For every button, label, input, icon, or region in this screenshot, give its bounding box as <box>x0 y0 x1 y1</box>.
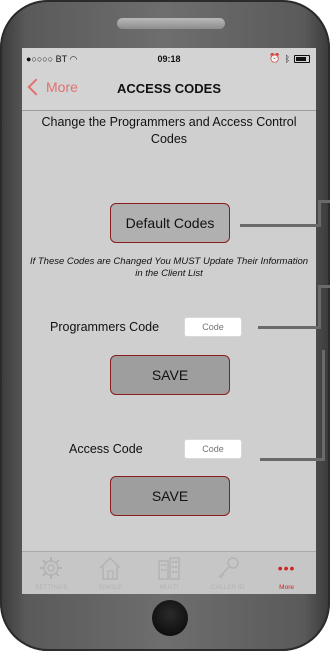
tab-settings-label: SETTINGS <box>35 584 68 591</box>
status-icons: ⏰ ᛒ <box>269 53 310 64</box>
tab-more-label: More <box>279 584 294 591</box>
tab-multi[interactable]: MULTI <box>140 552 199 594</box>
status-bar: ●○○○○ BT ◠ 09:18 ⏰ ᛒ <box>22 48 316 68</box>
app-screen: ●○○○○ BT ◠ 09:18 ⏰ ᛒ More ACCESS CODES C… <box>22 48 316 594</box>
speaker-grille <box>117 18 225 29</box>
tab-caller-id[interactable]: CALLER ID <box>198 552 257 594</box>
home-button[interactable] <box>152 600 188 636</box>
navigation-bar: More ACCESS CODES <box>22 68 316 111</box>
access-save-button[interactable]: SAVE <box>110 476 230 516</box>
page-description: Change the Programmers and Access Contro… <box>41 115 297 146</box>
tab-settings[interactable]: SETTINGS <box>22 552 81 594</box>
building-icon <box>158 557 180 580</box>
bluetooth-icon: ᛒ <box>284 53 290 64</box>
programmers-code-label: Programmers Code <box>50 320 160 334</box>
alarm-icon: ⏰ <box>269 53 281 63</box>
programmers-code-input[interactable] <box>184 317 242 337</box>
tab-single[interactable]: SINGLE <box>81 552 140 594</box>
page-title: ACCESS CODES <box>116 81 222 96</box>
phone-frame: ●○○○○ BT ◠ 09:18 ⏰ ᛒ More ACCESS CODES C… <box>0 0 330 651</box>
connector-line <box>318 200 330 203</box>
connector-line <box>258 326 320 329</box>
connector-line <box>318 285 321 329</box>
connector-line <box>322 350 325 461</box>
house-icon <box>99 556 121 580</box>
tab-single-label: SINGLE <box>98 584 123 591</box>
warning-text: If These Codes are Changed You MUST Upda… <box>29 256 309 279</box>
connector-line <box>240 224 320 227</box>
connector-line <box>318 200 321 227</box>
key-icon <box>218 557 239 579</box>
gear-icon <box>40 557 63 579</box>
tab-multi-label: MULTI <box>159 584 179 591</box>
battery-icon <box>294 54 310 63</box>
more-dots-icon: ••• <box>277 560 296 576</box>
programmers-save-button[interactable]: SAVE <box>110 355 230 395</box>
tab-caller-id-label: CALLER ID <box>210 584 245 591</box>
connector-line <box>318 285 330 288</box>
tab-more[interactable]: ••• More <box>257 552 316 594</box>
access-code-input[interactable] <box>184 439 242 459</box>
default-codes-button[interactable]: Default Codes <box>110 203 230 243</box>
tab-bar: SETTINGS SINGLE MULTI CALLER ID ••• More <box>22 551 316 594</box>
connector-line <box>260 458 324 461</box>
access-code-label: Access Code <box>69 442 143 456</box>
